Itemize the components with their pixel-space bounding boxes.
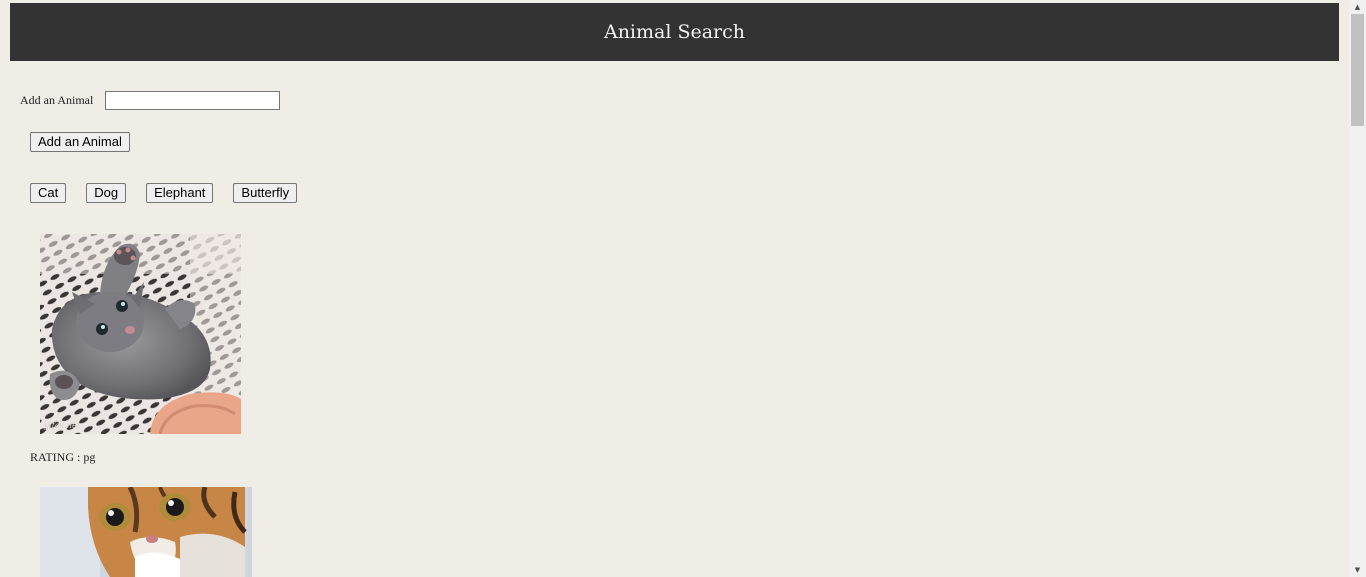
tabby-kitten-gif [40, 487, 252, 577]
page-title: Animal Search [603, 21, 746, 43]
scroll-up-arrow-icon[interactable]: ▲ [1349, 0, 1366, 14]
dog-button[interactable]: Dog [86, 183, 127, 203]
add-animal-button[interactable]: Add an Animal [30, 132, 130, 152]
butterfly-button[interactable]: Butterfly [233, 183, 298, 203]
vertical-scrollbar[interactable]: ▲ ▼ [1349, 0, 1366, 577]
add-animal-label: Add an Animal [20, 93, 94, 107]
add-animal-row: Add an Animal [20, 91, 281, 110]
gif-watermark: gifak.net [44, 421, 81, 430]
scroll-down-arrow-icon[interactable]: ▼ [1349, 563, 1366, 577]
scroll-thumb[interactable] [1351, 14, 1364, 126]
cat-button[interactable]: Cat [30, 183, 67, 203]
rating-label: RATING : pg [30, 450, 96, 464]
animal-input[interactable] [105, 91, 281, 110]
header-bar: Animal Search [10, 3, 1339, 61]
elephant-button[interactable]: Elephant [146, 183, 214, 203]
animal-buttons: Cat Dog Elephant Butterfly [30, 183, 317, 203]
page: Animal Search Add an Animal Add an Anima… [0, 0, 1366, 577]
gray-kitten-gif: gifak.net [40, 234, 241, 434]
